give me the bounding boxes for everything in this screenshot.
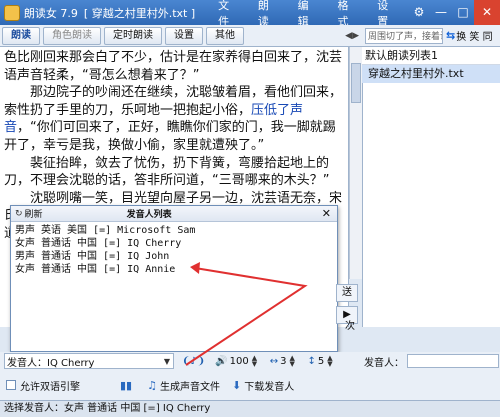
speaker-bar: 发音人：IQ Cherry ▼ ❨♪❩ 🔊 100 ▲ ▼ ↔ 3 ▲ ▼ ↕ 5 … (0, 352, 362, 370)
volume-value: 100 (229, 355, 249, 367)
voice-item-annie[interactable]: 女声 普通话 中国 [=] IQ Annie (15, 263, 333, 276)
other-button[interactable]: 其他 (206, 26, 244, 45)
speed-stepper-icon[interactable]: ▲ ▼ (289, 355, 299, 368)
refresh-icon[interactable]: ↻ (15, 209, 23, 219)
dialog-title-bar: ↻ 刷新 发音人列表 ✕ (11, 206, 337, 222)
download-icon: ⬇ (231, 378, 242, 392)
main-toolbar: 朗读 角色朗读 定时朗读 设置 其他 ◀▶ (0, 25, 362, 47)
read-button[interactable]: 朗读 (2, 26, 40, 45)
document-name: [ 穿越之村里村外.txt ] (83, 6, 196, 20)
text-scrollbar[interactable] (349, 47, 362, 279)
pitch-value: 5 (317, 355, 325, 367)
generate-audio-label: 生成声音文件 (159, 381, 220, 393)
sound-file-icon: ♫ (147, 378, 157, 392)
download-speaker-button[interactable]: ⬇ 下载发音人 (232, 378, 294, 393)
title-bar: 朗读女 7.9 [ 穿越之村里村外.txt ] 文件 朗读 编辑 格式 设置 ⚙… (0, 0, 500, 28)
app-logo-icon (4, 4, 20, 21)
speed-value: 3 (280, 355, 287, 367)
pause-button[interactable]: ▮▮ (120, 379, 135, 392)
toolbar-scroll-left-icon[interactable]: ◀▶ (345, 31, 359, 41)
pitch-icon: ↕ (307, 355, 316, 367)
refresh-label[interactable]: 刷新 (25, 207, 43, 220)
dialog-title: 发音人列表 (126, 210, 172, 220)
speaker-label-bar: 发音人： (362, 352, 500, 370)
voice-signal: ❨♪❩ (182, 356, 207, 367)
role-read-button[interactable]: 角色朗读 (43, 26, 101, 45)
playlist-panel[interactable] (362, 83, 500, 327)
pitch-control[interactable]: ↕ 5 ▲ ▼ (307, 355, 337, 368)
download-speaker-label: 下载发音人 (244, 381, 295, 393)
selected-speaker: 发音人：IQ Cherry (7, 357, 95, 369)
pause-icon: ▮▮ (120, 378, 133, 392)
voice-list-dialog: ↻ 刷新 发音人列表 ✕ 男声 英语 美国 [=] Microsoft Sam … (10, 205, 338, 352)
allow-lookup-checkbox[interactable] (6, 380, 16, 390)
playlist-header[interactable]: 默认朗读列表1 (362, 47, 500, 65)
volume-icon: 🔊 (215, 355, 228, 367)
paragraph-2-cont: ，“你们可回来了，正好，瞧瞧你们家的门，我一脚就踢开了，幸亏是我，换做小偷，家里… (4, 120, 336, 153)
speaker-input[interactable] (407, 354, 499, 368)
allow-lookup-label: 允许双语引擎 (20, 381, 80, 393)
speaker-select[interactable]: 发音人：IQ Cherry ▼ (4, 353, 174, 369)
pitch-stepper-icon[interactable]: ▲ ▼ (327, 355, 337, 368)
settings-icon[interactable]: ⚙ (408, 0, 430, 25)
swap-label[interactable]: 换 笑 同 (456, 28, 492, 43)
speed-icon: ↔ (269, 355, 279, 367)
playlist-hint-field[interactable]: 周围切了声，接着说下，是要限段 (365, 27, 443, 44)
voice-item-john[interactable]: 男声 普通话 中国 [=] IQ John (15, 250, 333, 263)
chevron-down-icon[interactable]: ▼ (161, 357, 173, 366)
voice-item-cherry[interactable]: 女声 普通话 中国 [=] IQ Cherry (15, 237, 333, 250)
voice-list: 男声 英语 美国 [=] Microsoft Sam 女声 普通话 中国 [=]… (11, 222, 337, 278)
voice-icon: ❨♪❩ (182, 355, 206, 367)
app-name: 朗读女 7.9 (23, 6, 78, 20)
volume-control[interactable]: 🔊 100 ▲ ▼ (215, 355, 262, 368)
speed-control[interactable]: ↔ 3 ▲ ▼ (269, 355, 300, 368)
allow-lookup-option[interactable]: 允许双语引擎 (6, 378, 80, 393)
maximize-icon[interactable]: □ (452, 0, 474, 25)
settings-button[interactable]: 设置 (165, 26, 203, 45)
timed-read-button[interactable]: 定时朗读 (104, 26, 162, 45)
swap-icon[interactable]: ⇆ (446, 29, 455, 42)
voice-item-sam[interactable]: 男声 英语 美国 [=] Microsoft Sam (15, 224, 333, 237)
status-bar: 选择发音人：女声 普通话 中国 [=] IQ Cherry (0, 400, 500, 417)
generate-audio-button[interactable]: ♫ 生成声音文件 (147, 378, 220, 393)
playlist-toolbar: 周围切了声，接着说下，是要限段 ⇆ 换 笑 同 (362, 25, 500, 47)
paragraph-1: 色比刚回来那会白了不少，估计是在家养得白回来了，沈芸语声音轻柔，“哥怎么想着来了… (4, 50, 343, 83)
playlist-item[interactable]: 穿越之村里村外.txt (362, 65, 500, 83)
go-button[interactable]: 送 (336, 284, 358, 302)
close-icon[interactable]: ✕ (474, 0, 500, 25)
scrollbar-thumb[interactable] (351, 63, 361, 103)
actions-bar: 允许双语引擎 ▮▮ ♫ 生成声音文件 ⬇ 下载发音人 (0, 370, 500, 400)
paragraph-3: 裴征抬眸，敛去了忧伤，扔下背簧，弯腰拾起地上的刀，不理会沈聪的话，答非所问道，“… (4, 155, 330, 189)
next-label: 次 (345, 321, 355, 332)
dialog-close-icon[interactable]: ✕ (322, 207, 331, 220)
minimize-icon[interactable]: — (430, 0, 452, 25)
speaker-label: 发音人： (364, 357, 404, 369)
volume-stepper-icon[interactable]: ▲ ▼ (252, 355, 262, 368)
